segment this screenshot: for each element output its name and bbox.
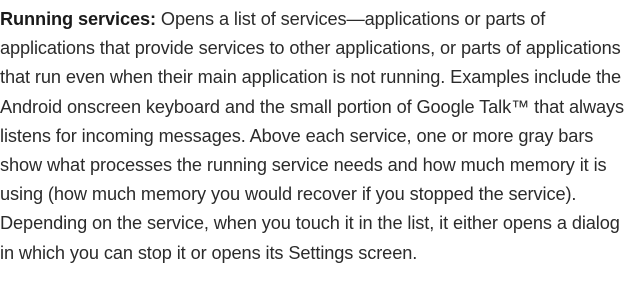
running-services-paragraph: Running services: Opens a list of servic… bbox=[0, 5, 626, 268]
term-heading: Running services: bbox=[0, 9, 156, 29]
document-page: Running services: Opens a list of servic… bbox=[0, 0, 636, 303]
term-description: Opens a list of services—applications or… bbox=[0, 9, 625, 263]
